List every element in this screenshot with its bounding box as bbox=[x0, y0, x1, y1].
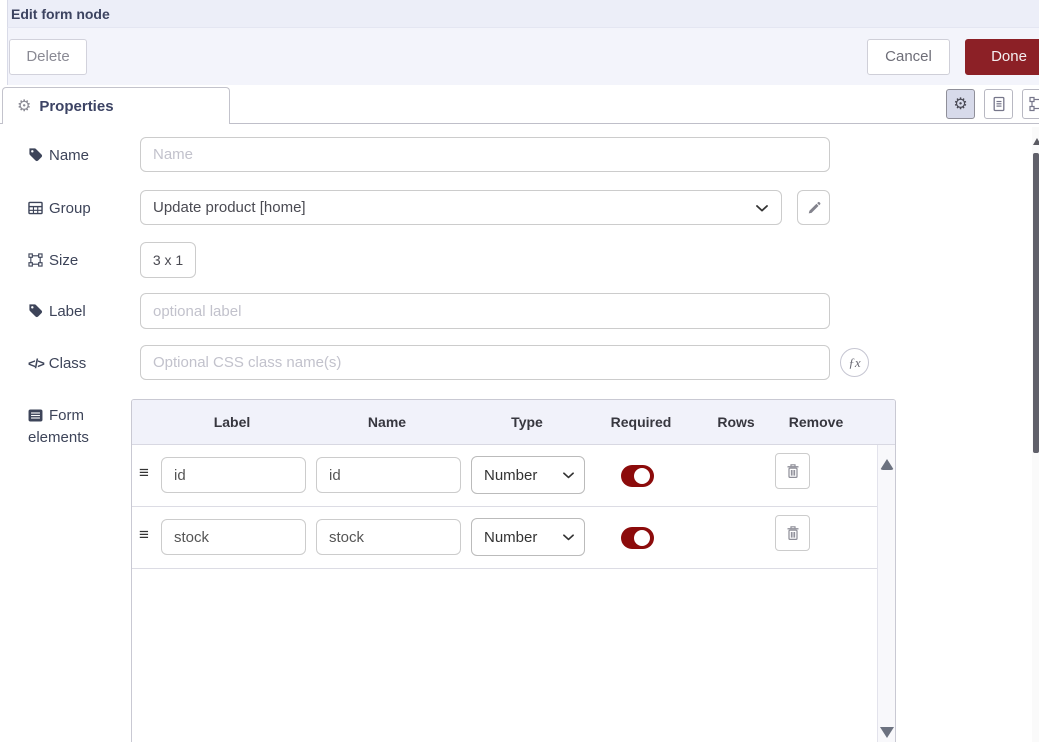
scroll-up-icon[interactable] bbox=[1033, 138, 1039, 145]
element-type-value: Number bbox=[484, 529, 537, 546]
form-element-row: ≡ Number bbox=[132, 507, 895, 569]
cancel-button[interactable]: Cancel bbox=[867, 39, 950, 75]
class-field-row: </>Class ƒx bbox=[28, 345, 1039, 380]
form-elements-table-header: Label Name Type Required Rows Remove bbox=[132, 400, 895, 445]
gear-icon: ⚙ bbox=[17, 96, 31, 116]
toggle-knob bbox=[634, 530, 650, 546]
size-field-label: Size bbox=[28, 242, 140, 272]
dialog-scrollbar[interactable] bbox=[1032, 127, 1039, 742]
tab-properties[interactable]: ⚙ Properties bbox=[2, 87, 230, 124]
description-tab-button[interactable] bbox=[984, 89, 1013, 119]
code-icon: </> bbox=[28, 356, 44, 371]
delete-button[interactable]: Delete bbox=[9, 39, 87, 75]
remove-element-button[interactable] bbox=[775, 453, 810, 489]
element-type-select[interactable]: Number bbox=[471, 456, 585, 494]
form-element-row: ≡ Number bbox=[132, 445, 895, 507]
fx-icon: ƒx bbox=[848, 355, 860, 371]
element-label-input[interactable] bbox=[161, 457, 306, 493]
tab-bar: ⚙ Properties ⚙ bbox=[0, 85, 1039, 124]
file-text-icon bbox=[991, 96, 1007, 112]
properties-tab-button[interactable]: ⚙ bbox=[946, 89, 975, 119]
scroll-up-icon[interactable] bbox=[880, 459, 894, 470]
name-input[interactable] bbox=[140, 137, 830, 172]
table-icon bbox=[28, 201, 43, 215]
label-field-row: Label bbox=[28, 293, 1039, 329]
column-header-type: Type bbox=[511, 414, 543, 430]
dialog-header: Edit form node bbox=[7, 0, 1039, 28]
name-field-label: Name bbox=[28, 137, 140, 167]
column-header-name: Name bbox=[368, 414, 406, 430]
column-header-label: Label bbox=[214, 414, 251, 430]
element-label-input[interactable] bbox=[161, 519, 306, 555]
form-elements-table: Label Name Type Required Rows Remove ≡ N… bbox=[131, 399, 896, 742]
size-button[interactable]: 3 x 1 bbox=[140, 242, 196, 278]
element-type-select[interactable]: Number bbox=[471, 518, 585, 556]
drag-handle-icon[interactable]: ≡ bbox=[139, 526, 149, 543]
done-button[interactable]: Done bbox=[965, 39, 1039, 75]
column-header-required: Required bbox=[611, 414, 672, 430]
tag-icon bbox=[28, 303, 43, 318]
element-type-value: Number bbox=[484, 467, 537, 484]
group-field-label: Group bbox=[28, 190, 140, 220]
drag-handle-icon[interactable]: ≡ bbox=[139, 464, 149, 481]
element-name-input[interactable] bbox=[316, 519, 461, 555]
chevron-down-icon bbox=[563, 534, 574, 541]
column-header-remove: Remove bbox=[789, 414, 843, 430]
properties-panel: Name Group Update product [home] bbox=[0, 124, 1039, 742]
label-field-label: Label bbox=[28, 293, 140, 323]
dialog-title: Edit form node bbox=[11, 6, 110, 22]
class-field-label: </>Class bbox=[28, 345, 140, 375]
class-input[interactable] bbox=[140, 345, 830, 380]
edit-group-button[interactable] bbox=[797, 190, 830, 225]
column-header-rows: Rows bbox=[717, 414, 754, 430]
required-toggle[interactable] bbox=[621, 465, 654, 487]
form-elements-label: Form elements bbox=[28, 399, 128, 449]
size-field-row: Size 3 x 1 bbox=[28, 242, 1039, 278]
object-group-icon bbox=[28, 253, 43, 267]
toggle-knob bbox=[634, 468, 650, 484]
group-select[interactable]: Update product [home] bbox=[140, 190, 782, 225]
trash-icon bbox=[786, 463, 800, 479]
name-field-row: Name bbox=[28, 137, 1039, 172]
trash-icon bbox=[786, 525, 800, 541]
scrollbar-thumb[interactable] bbox=[1033, 153, 1039, 453]
label-input[interactable] bbox=[140, 293, 830, 329]
pencil-icon bbox=[807, 201, 821, 215]
element-name-input[interactable] bbox=[316, 457, 461, 493]
remove-element-button[interactable] bbox=[775, 515, 810, 551]
edit-form-node-dialog: Edit form node Delete Cancel Done ⚙ Prop… bbox=[0, 0, 1039, 742]
table-scrollbar[interactable] bbox=[877, 445, 895, 742]
tab-properties-label: Properties bbox=[39, 98, 113, 115]
list-alt-icon bbox=[28, 409, 43, 422]
dialog-toolbar: Delete Cancel Done bbox=[7, 28, 1039, 85]
form-elements-row: Form elements Label Name Type Required R… bbox=[28, 399, 1039, 742]
required-toggle[interactable] bbox=[621, 527, 654, 549]
gear-icon: ⚙ bbox=[953, 94, 967, 114]
dynamic-property-button[interactable]: ƒx bbox=[840, 348, 869, 377]
object-group-icon bbox=[1029, 96, 1039, 112]
group-field-row: Group Update product [home] bbox=[28, 190, 1039, 225]
chevron-down-icon bbox=[756, 205, 768, 212]
group-selected-value: Update product [home] bbox=[153, 199, 306, 216]
chevron-down-icon bbox=[563, 472, 574, 479]
tag-icon bbox=[28, 147, 43, 162]
scroll-down-icon[interactable] bbox=[880, 727, 894, 738]
appearance-tab-button[interactable] bbox=[1022, 89, 1039, 119]
